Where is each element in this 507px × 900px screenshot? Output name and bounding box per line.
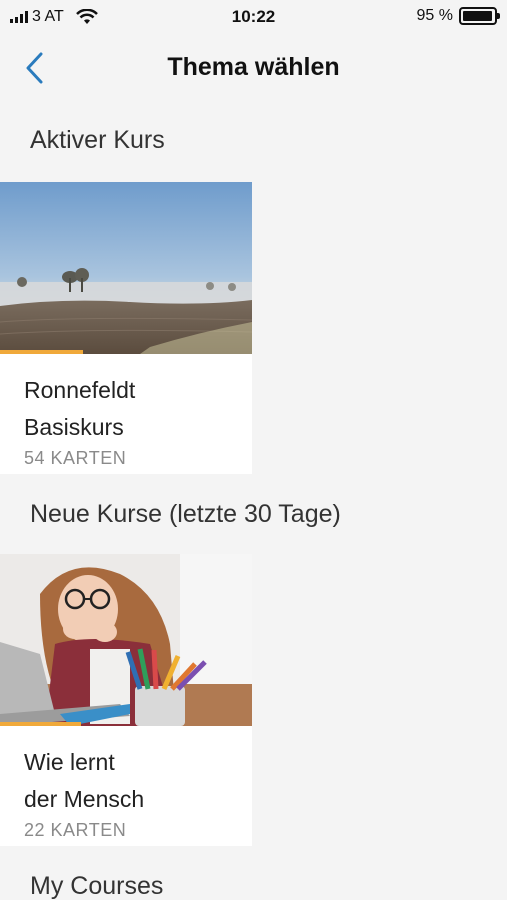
status-bar: 3 AT 10:22 95 % xyxy=(0,0,507,36)
section-title-new: Neue Kurse (letzte 30 Tage) xyxy=(30,500,341,528)
course-title-line2: der Mensch xyxy=(24,786,145,812)
page-title: Thema wählen xyxy=(167,53,340,81)
course-title-line2: Basiskurs xyxy=(24,414,124,440)
course-title-line1: Ronnefeldt xyxy=(24,377,136,403)
course-card-wie-lernt[interactable]: Wie lernt der Mensch 22 KARTEN xyxy=(0,554,252,846)
course-card-count: 54 KARTEN xyxy=(24,448,127,468)
course-title: Ronnefeldt Basiskurs xyxy=(0,354,252,446)
course-image-student xyxy=(0,554,252,726)
course-card-count: 22 KARTEN xyxy=(24,820,127,840)
student-image xyxy=(0,554,252,726)
course-image-landscape xyxy=(0,182,252,354)
section-title-active: Aktiver Kurs xyxy=(30,126,165,154)
course-title-line1: Wie lernt xyxy=(24,749,115,775)
course-title: Wie lernt der Mensch xyxy=(0,726,252,818)
navigation-bar: Thema wählen xyxy=(0,36,507,100)
battery-icon xyxy=(459,7,500,25)
status-right: 95 % xyxy=(416,7,500,25)
course-progress-bar xyxy=(0,722,81,726)
battery-percent: 95 % xyxy=(416,7,453,24)
section-title-mine: My Courses xyxy=(30,872,164,900)
battery-fill xyxy=(463,11,492,21)
course-card-ronnefeldt[interactable]: Ronnefeldt Basiskurs 54 KARTEN xyxy=(0,182,252,474)
course-progress-bar xyxy=(0,350,84,354)
landscape-image xyxy=(0,182,252,354)
